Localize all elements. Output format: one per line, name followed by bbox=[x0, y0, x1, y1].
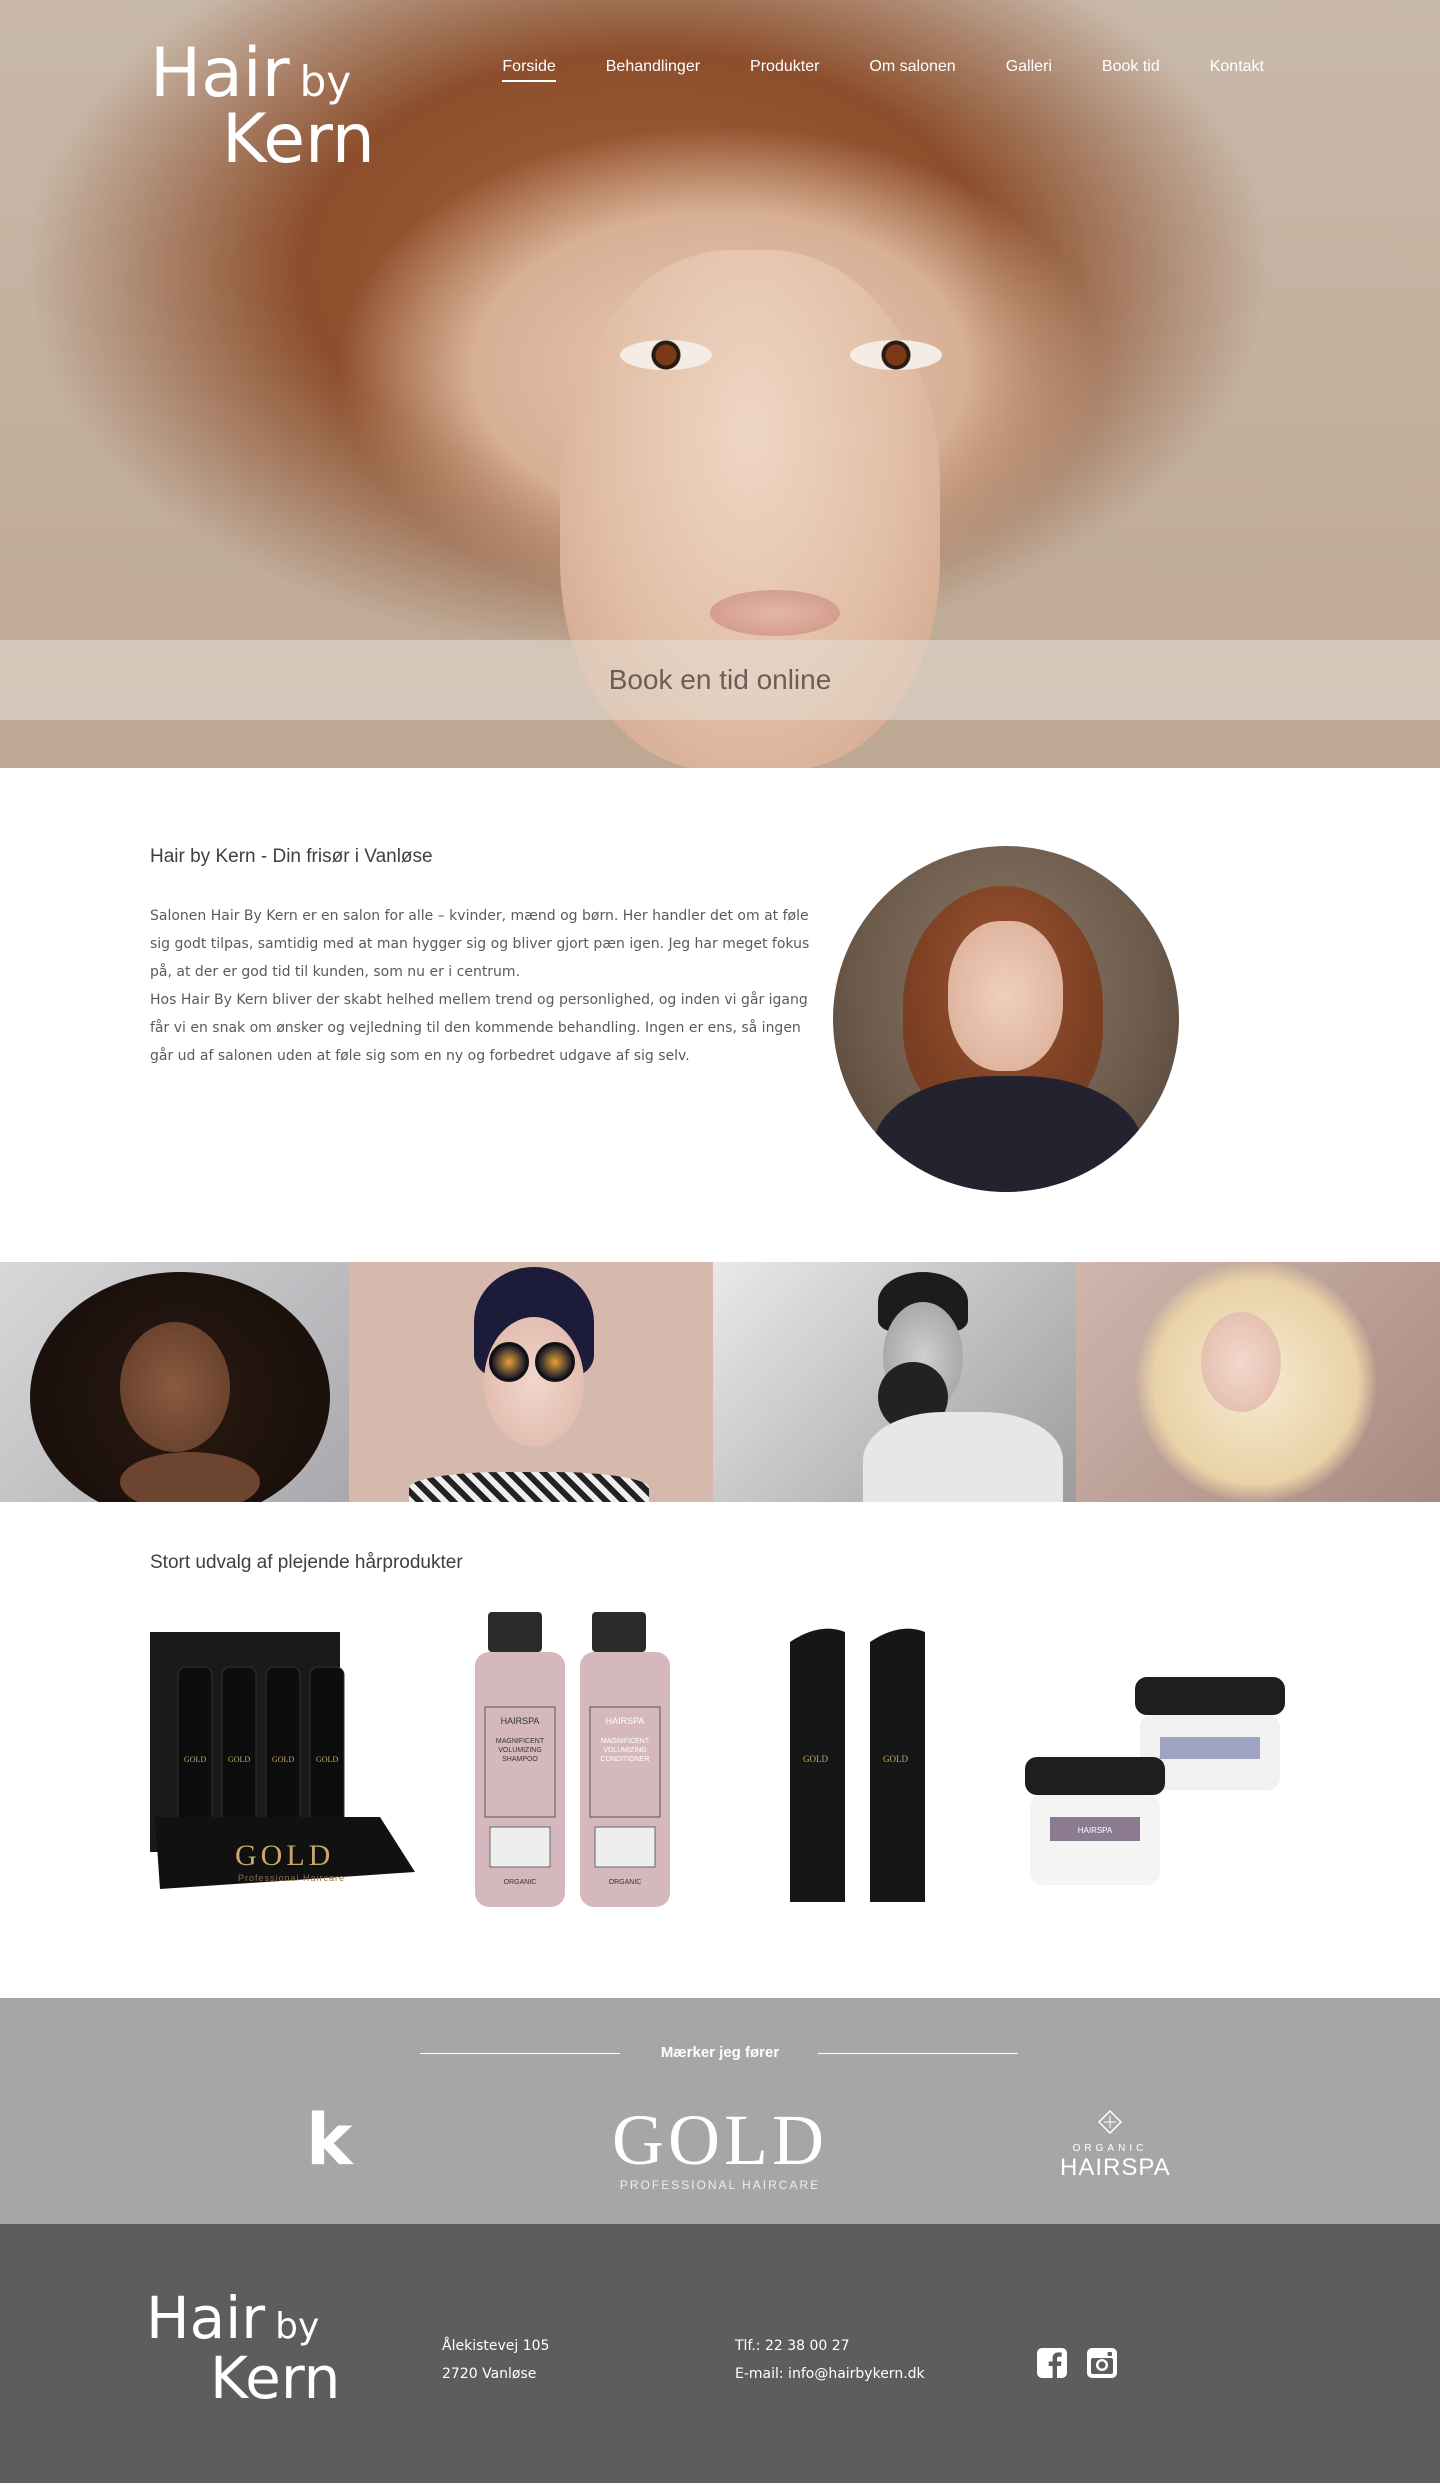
jar-label: HAIRSPA bbox=[1078, 1826, 1113, 1835]
footer-address: Ålekistevej 105 2720 Vanløse bbox=[442, 2332, 549, 2388]
diamond-icon bbox=[1097, 2109, 1123, 2135]
product-organic-hairspa-shampoo-conditioner[interactable]: HAIRSPA HAIRSPA MAGNIFICENT VOLUMIZING S… bbox=[470, 1612, 680, 1912]
brand-gold-name: GOLD bbox=[612, 2100, 828, 2180]
products-section: Stort udvalg af plejende hårprodukter GO… bbox=[0, 1502, 1440, 1998]
brands-title: Mærker jeg fører bbox=[660, 2044, 780, 2061]
intro-text: Salonen Hair By Kern er en salon for all… bbox=[150, 902, 810, 1070]
hero-model-lips bbox=[710, 590, 840, 636]
conditioner-organic-tag: ORGANIC bbox=[609, 1879, 642, 1886]
gallery-image-bearded-man bbox=[713, 1262, 1076, 1502]
svg-text:GOLD: GOLD bbox=[272, 1755, 294, 1764]
products-heading: Stort udvalg af plejende hårprodukter bbox=[150, 1552, 463, 1573]
site-logo[interactable]: Hair by Kern bbox=[150, 40, 375, 174]
nav-item-galleri[interactable]: Galleri bbox=[1006, 58, 1052, 82]
address-street: Ålekistevej 105 bbox=[442, 2338, 550, 2354]
svg-text:GOLD: GOLD bbox=[883, 1754, 908, 1764]
svg-text:GOLD: GOLD bbox=[803, 1754, 828, 1764]
footer-logo[interactable]: Hair by Kern bbox=[146, 2289, 340, 2407]
intro-paragraph-2: Hos Hair By Kern bliver der skabt helhed… bbox=[150, 992, 808, 1064]
gallery-image-blonde-curls bbox=[1076, 1262, 1440, 1502]
hero-model-eye bbox=[850, 340, 942, 370]
nav-item-produkter[interactable]: Produkter bbox=[750, 58, 819, 82]
footer-logo-hair: Hair bbox=[146, 2284, 266, 2352]
product-organic-hairspa-jars[interactable]: HAIRSPA bbox=[1025, 1667, 1290, 1897]
shampoo-organic-tag: ORGANIC bbox=[504, 1879, 537, 1886]
brand-logo-k[interactable]: k bbox=[304, 2106, 354, 2176]
conditioner-brand: HAIRSPA bbox=[606, 1716, 645, 1726]
brand-organic-word: ORGANIC bbox=[1072, 2143, 1148, 2154]
footer-logo-by: by bbox=[275, 2306, 320, 2347]
book-online-label: Book en tid online bbox=[608, 664, 832, 695]
facebook-link[interactable] bbox=[1036, 2347, 1068, 2379]
gallery-image-sunglasses bbox=[349, 1262, 713, 1502]
nav-item-book-tid[interactable]: Book tid bbox=[1102, 58, 1160, 82]
instagram-icon bbox=[1087, 2348, 1117, 2378]
svg-text:GOLD: GOLD bbox=[316, 1755, 338, 1764]
hero-model-eye bbox=[620, 340, 712, 370]
intro-heading: Hair by Kern - Din frisør i Vanløse bbox=[150, 846, 433, 867]
owner-portrait bbox=[833, 846, 1179, 1192]
brand-gold-sub: PROFESSIONAL HAIRCARE bbox=[619, 2178, 821, 2192]
intro-paragraph-1: Salonen Hair By Kern er en salon for all… bbox=[150, 908, 810, 980]
facebook-icon bbox=[1037, 2348, 1067, 2378]
logo-kern: Kern bbox=[222, 100, 375, 179]
main-nav: Forside Behandlinger Produkter Om salone… bbox=[502, 58, 1264, 82]
footer-contact: Tlf.: 22 38 00 27 E-mail: info@hairbyker… bbox=[735, 2332, 925, 2388]
hero-section: Hair by Kern Forside Behandlinger Produkt… bbox=[0, 0, 1440, 768]
site-footer: Hair by Kern Ålekistevej 105 2720 Vanløse… bbox=[0, 2224, 1440, 2483]
shampoo-label: MAGNIFICENT VOLUMIZING SHAMPOO bbox=[495, 1738, 545, 1763]
svg-text:GOLD: GOLD bbox=[228, 1755, 250, 1764]
social-links bbox=[1036, 2347, 1118, 2379]
instagram-link[interactable] bbox=[1086, 2347, 1118, 2379]
brands-divider-right bbox=[818, 2053, 1018, 2054]
conditioner-label: MAGNIFICENT VOLUMIZING CONDITIONER bbox=[600, 1738, 650, 1763]
brand-k-letter: k bbox=[306, 2106, 354, 2176]
nav-item-behandlinger[interactable]: Behandlinger bbox=[606, 58, 700, 82]
shampoo-brand: HAIRSPA bbox=[501, 1716, 540, 1726]
svg-text:GOLD: GOLD bbox=[184, 1755, 206, 1764]
gallery-strip bbox=[0, 1262, 1440, 1502]
product-gold-display[interactable]: GOLD GOLD GOLD GOLD GOLD Professional Hair… bbox=[150, 1627, 415, 1897]
book-online-button[interactable]: Book en tid online bbox=[0, 640, 1440, 720]
contact-email[interactable]: E-mail: info@hairbykern.dk bbox=[735, 2360, 925, 2388]
logo-by: by bbox=[299, 57, 352, 106]
brand-logo-gold[interactable]: GOLD PROFESSIONAL HAIRCARE bbox=[600, 2104, 840, 2194]
product-gold-bottles[interactable]: GOLD GOLD bbox=[775, 1622, 945, 1912]
address-city: 2720 Vanløse bbox=[442, 2366, 537, 2382]
intro-section: Hair by Kern - Din frisør i Vanløse Salo… bbox=[0, 768, 1440, 1262]
contact-phone[interactable]: Tlf.: 22 38 00 27 bbox=[735, 2332, 925, 2360]
brand-hairspa-word: HAIRSPA bbox=[1060, 2154, 1171, 2181]
footer-logo-kern: Kern bbox=[210, 2344, 341, 2412]
nav-item-forside[interactable]: Forside bbox=[502, 58, 557, 82]
brands-section: Mærker jeg fører k GOLD PROFESSIONAL HAI… bbox=[0, 1998, 1440, 2224]
brand-logo-organic-hairspa[interactable]: ORGANIC HAIRSPA bbox=[1060, 2109, 1171, 2182]
gallery-image-curly-hair bbox=[0, 1262, 349, 1502]
product-gold-display-sub: Professional Haircare bbox=[238, 1873, 345, 1883]
nav-item-kontakt[interactable]: Kontakt bbox=[1210, 58, 1264, 82]
nav-item-om-salonen[interactable]: Om salonen bbox=[869, 58, 955, 82]
product-gold-display-text: GOLD bbox=[235, 1839, 334, 1872]
